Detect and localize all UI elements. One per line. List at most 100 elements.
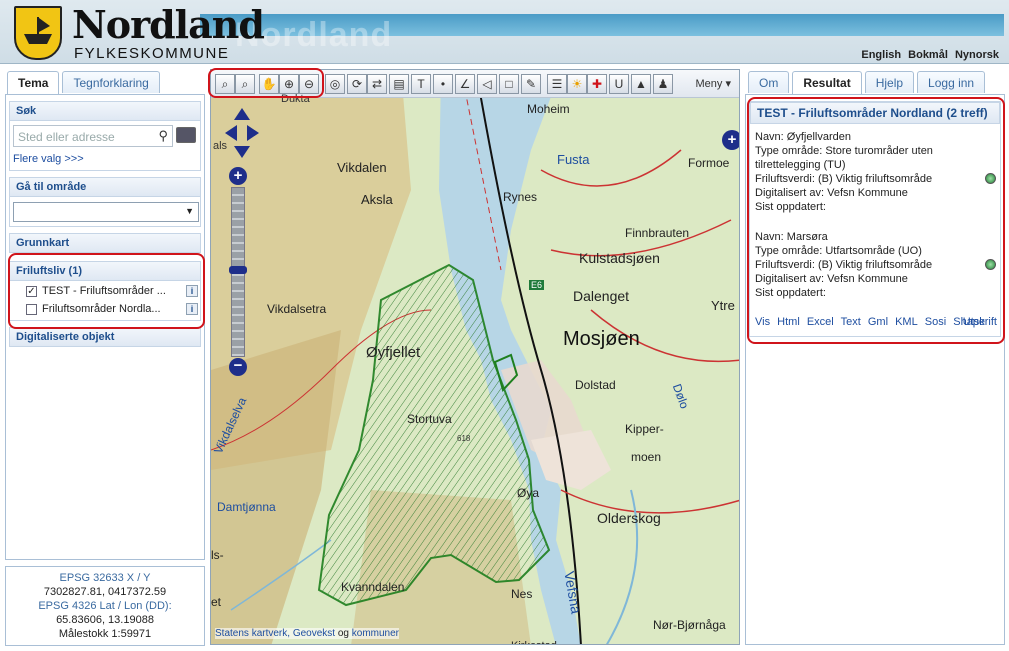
zoom-out-icon[interactable]: − xyxy=(229,358,247,376)
credit-geovekst-link[interactable]: Geovekst xyxy=(293,628,335,639)
lang-english[interactable]: English xyxy=(861,49,901,61)
refresh-icon[interactable]: ⟳ xyxy=(347,74,367,94)
zoom-slider[interactable] xyxy=(229,187,247,357)
map-view[interactable]: ⌕ ⌕ ✋ ⊕ ⊖ ◎ ⟳ ⇄ ▤ T • ∠ ◁ □ ✎ ☰ ☀ ✚ U ▲ ♟ Meny ▾ + − + Dukta… xyxy=(210,69,740,645)
tab-resultat[interactable]: Resultat xyxy=(792,71,862,95)
sun-icon[interactable]: ☀ xyxy=(567,74,587,94)
tab-tema[interactable]: Tema xyxy=(7,71,60,95)
pan-up-icon[interactable] xyxy=(234,108,250,120)
pan-right-icon[interactable] xyxy=(247,125,259,141)
goto-select[interactable]: ▼ xyxy=(13,202,199,222)
lang-bokmal[interactable]: Bokmål xyxy=(908,49,948,61)
map-label-fusta: Fusta xyxy=(557,152,590,167)
tab-hjelp[interactable]: Hjelp xyxy=(864,71,915,93)
pan-right-edge-icon[interactable]: + xyxy=(722,130,739,150)
basemap-header[interactable]: Grunnkart xyxy=(9,233,201,253)
county-shield-logo xyxy=(14,6,62,60)
zoom-slider-handle[interactable] xyxy=(229,266,247,274)
more-options-link[interactable]: Flere valg >>> xyxy=(13,153,84,165)
coord-label-utm: EPSG 32633 X / Y xyxy=(59,572,151,584)
map-label-olderskog: Olderskog xyxy=(597,510,661,526)
credit-og: og xyxy=(337,628,349,639)
right-tabs: Om Resultat Hjelp Logg inn xyxy=(748,71,986,95)
search-header[interactable]: Søk xyxy=(9,101,201,121)
user-pin-icon[interactable]: ♟ xyxy=(653,74,673,94)
map-label-kirkestad: Kirkestad xyxy=(511,640,557,644)
tab-tegnforklaring[interactable]: Tegnforklaring xyxy=(62,71,160,93)
map-label-kulstadsjoen: Kulstadsjøen xyxy=(579,250,660,266)
draw-rect-icon[interactable]: ▤ xyxy=(389,74,409,94)
map-label-nerbjornaga: Nør-Bjørnåga xyxy=(653,618,726,632)
rectangle-tool-icon[interactable]: □ xyxy=(499,74,519,94)
map-label-oyfjellet: Øyfjellet xyxy=(366,344,421,361)
lang-nynorsk[interactable]: Nynorsk xyxy=(955,49,999,61)
map-label-e6: E6 xyxy=(529,280,545,290)
map-label-dalenget: Dalenget xyxy=(573,288,630,304)
map-label-finnbrauten: Finnbrauten xyxy=(625,226,690,240)
map-label-kipper: Kipper- xyxy=(625,422,664,436)
map-label-als: als xyxy=(213,140,228,152)
map-label-aksla: Aksla xyxy=(361,192,393,207)
map-label-vikdalsetra: Vikdalsetra xyxy=(267,302,327,316)
map-label-vikdalen: Vikdalen xyxy=(337,160,387,175)
swap-icon[interactable]: ⇄ xyxy=(367,74,387,94)
coordinates-panel: EPSG 32633 X / Y 7302827.81, 0417372.59 … xyxy=(5,566,205,646)
line-tool-icon[interactable]: ∠ xyxy=(455,74,475,94)
search-input[interactable]: Sted eller adresse ⚲ xyxy=(13,125,173,147)
credit-kommuner-link[interactable]: kommuner xyxy=(352,628,399,639)
map-menu-button[interactable]: Meny ▾ xyxy=(696,77,731,90)
map-label-oya: Øya xyxy=(517,486,540,500)
polygon-tool-icon[interactable]: ◁ xyxy=(477,74,497,94)
map-label-h618: 618 xyxy=(457,434,471,443)
left-tabs: Tema Tegnforklaring xyxy=(7,71,160,95)
list-tool-icon[interactable]: ☰ xyxy=(547,74,567,94)
map-scale: Målestokk 1:59971 xyxy=(58,628,152,640)
map-label-ytre: Ytre xyxy=(711,298,735,313)
map-label-dolstad: Dolstad xyxy=(575,378,616,392)
pan-control[interactable] xyxy=(225,108,259,160)
digitized-header[interactable]: Digitaliserte objekt xyxy=(9,327,201,347)
map-label-rynes: Rynes xyxy=(503,190,538,204)
goto-header[interactable]: Gå til område xyxy=(9,177,201,197)
coord-value-latlon: 65.83606, 13.19088 xyxy=(56,614,154,626)
map-label-stortuva: Stortuva xyxy=(407,412,452,426)
landscape-icon[interactable]: ▲ xyxy=(631,74,651,94)
pan-left-icon[interactable] xyxy=(225,125,237,141)
highlight-layers xyxy=(8,253,205,329)
map-label-kvanndalen: Kvanndalen xyxy=(341,580,405,594)
map-label-moen: moen xyxy=(631,450,662,464)
tab-logg-inn[interactable]: Logg inn xyxy=(917,71,986,93)
map-label-moheim: Moheim xyxy=(527,102,570,116)
map-label-nes: Nes xyxy=(511,587,533,601)
coord-value-utm: 7302827.81, 0417372.59 xyxy=(43,586,167,598)
search-placeholder: Sted eller adresse xyxy=(18,130,115,144)
goto-section: ▼ xyxy=(9,197,201,227)
map-label-damtjonna: Damtjønna xyxy=(217,500,276,514)
tab-om[interactable]: Om xyxy=(748,71,790,93)
point-tool-icon[interactable]: • xyxy=(433,74,453,94)
keyboard-icon[interactable] xyxy=(176,127,196,143)
utm-icon[interactable]: U xyxy=(609,74,629,94)
coord-label-latlon: EPSG 4326 Lat / Lon (DD): xyxy=(38,600,172,612)
pan-down-icon[interactable] xyxy=(234,146,250,158)
map-label-ls: ls- xyxy=(211,548,224,562)
freehand-tool-icon[interactable]: ✎ xyxy=(521,74,541,94)
map-label-formoen: Formoe xyxy=(688,156,730,170)
map-canvas[interactable] xyxy=(211,70,740,645)
first-aid-icon[interactable]: ✚ xyxy=(587,74,607,94)
language-bar: English Bokmål Nynorsk xyxy=(857,49,999,61)
zoom-extent-icon[interactable]: ◎ xyxy=(325,74,345,94)
search-icon[interactable]: ⚲ xyxy=(158,128,168,144)
map-credits: Statens kartverk, Geovekst og kommuner xyxy=(215,628,400,639)
brand-name: Nordland xyxy=(72,2,265,47)
highlight-results xyxy=(747,97,1005,344)
map-label-mosjoen: Mosjøen xyxy=(563,328,640,350)
highlight-toolbar xyxy=(208,68,324,98)
credit-kartverk-link[interactable]: Statens kartverk xyxy=(215,628,287,639)
text-tool-icon[interactable]: T xyxy=(411,74,431,94)
brand-subtitle: FYLKESKOMMUNE xyxy=(74,45,230,62)
zoom-in-icon[interactable]: + xyxy=(229,167,247,185)
chevron-down-icon: ▼ xyxy=(185,206,194,216)
header: Nordland Nordland FYLKESKOMMUNE English … xyxy=(0,0,1009,64)
search-section: Sted eller adresse ⚲ Flere valg >>> xyxy=(9,121,201,171)
